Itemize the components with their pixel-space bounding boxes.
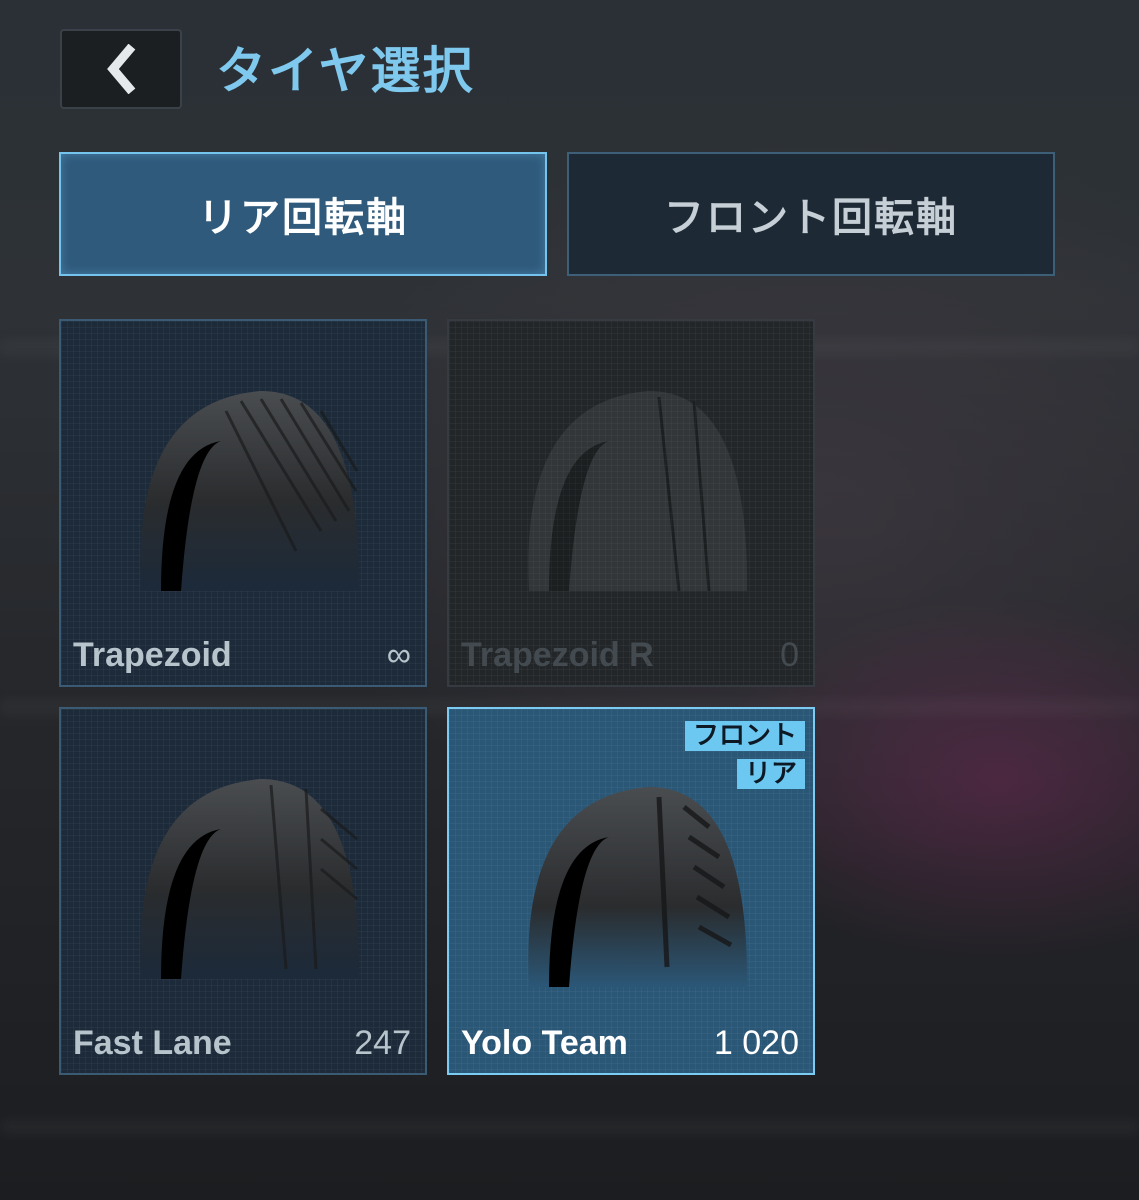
tire-card-fast-lane[interactable]: Fast Lane 247 bbox=[59, 707, 427, 1075]
chevron-left-icon bbox=[107, 44, 136, 94]
background-stripe bbox=[0, 1120, 1139, 1134]
tab-front-axle[interactable]: フロント回転軸 bbox=[567, 152, 1055, 276]
back-button[interactable] bbox=[60, 29, 182, 109]
badge-front: フロント bbox=[684, 721, 805, 751]
page-title: タイヤ選択 bbox=[216, 42, 475, 100]
tire-name: Trapezoid bbox=[73, 636, 232, 674]
tab-rear-axle[interactable]: リア回転軸 bbox=[59, 152, 547, 276]
tire-name: Trapezoid R bbox=[461, 636, 654, 674]
tire-image bbox=[528, 391, 748, 592]
tire-count: 247 bbox=[354, 1024, 411, 1062]
tire-card-trapezoid[interactable]: Trapezoid ∞ bbox=[59, 319, 427, 687]
tire-card-yolo-team[interactable]: フロント リア Yolo Team 1 020 bbox=[447, 707, 815, 1075]
tire-count: ∞ bbox=[386, 636, 411, 674]
tire-name: Yolo Team bbox=[461, 1024, 628, 1062]
tire-name: Fast Lane bbox=[73, 1024, 232, 1062]
tire-count: 0 bbox=[780, 636, 799, 674]
tire-image bbox=[140, 391, 360, 591]
tire-image bbox=[140, 779, 360, 979]
tire-card-trapezoid-r[interactable]: Trapezoid R 0 bbox=[447, 319, 815, 687]
tire-image bbox=[528, 787, 748, 987]
tire-count: 1 020 bbox=[713, 1024, 799, 1062]
